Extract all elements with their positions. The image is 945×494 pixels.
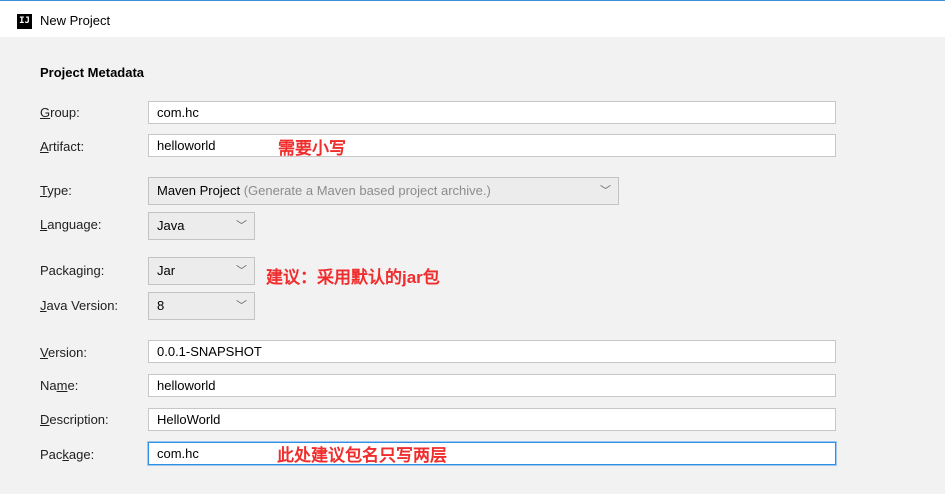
title-bar: IJ New Project <box>0 1 945 37</box>
language-label: Language: <box>40 217 102 232</box>
artifact-label: Artifact: <box>40 139 85 154</box>
packaging-label: Packaging: <box>40 263 105 278</box>
packaging-value: Jar <box>157 263 176 278</box>
java-version-value: 8 <box>157 298 165 313</box>
name-field[interactable]: helloworld <box>148 374 836 397</box>
chevron-down-icon: ﹀ <box>236 300 247 312</box>
name-label: Name: <box>40 378 79 393</box>
java-version-label: Java Version: <box>40 298 119 313</box>
package-label: Package: <box>40 447 95 462</box>
group-field[interactable]: com.hc <box>148 101 836 124</box>
window-title: New Project <box>40 13 111 28</box>
packaging-annotation: 建议：采用默认的jar包 <box>266 268 440 287</box>
description-field[interactable]: HelloWorld <box>148 408 836 431</box>
language-dropdown[interactable]: Java ﹀ <box>148 212 255 240</box>
package-field[interactable]: com.hc <box>148 442 836 465</box>
chevron-down-icon: ﹀ <box>236 220 247 232</box>
chevron-down-icon: ﹀ <box>236 265 247 277</box>
type-dropdown[interactable]: Maven Project (Generate a Maven based pr… <box>148 177 619 205</box>
package-annotation: 此处建议包名只写两层 <box>277 446 447 465</box>
artifact-field[interactable]: helloworld <box>148 134 836 157</box>
type-value: Maven Project <box>157 183 241 198</box>
intellij-icon: IJ <box>17 14 32 29</box>
type-label: Type: <box>40 183 72 198</box>
chevron-down-icon: ﹀ <box>600 185 611 197</box>
language-value: Java <box>157 218 185 233</box>
java-version-dropdown[interactable]: 8 ﹀ <box>148 292 255 320</box>
artifact-annotation: 需要小写 <box>278 139 346 158</box>
section-title: Project Metadata <box>40 65 145 80</box>
version-label: Version: <box>40 345 87 360</box>
version-field[interactable]: 0.0.1-SNAPSHOT <box>148 340 836 363</box>
packaging-dropdown[interactable]: Jar ﹀ <box>148 257 255 285</box>
description-label: Description: <box>40 412 109 427</box>
type-hint: (Generate a Maven based project archive.… <box>243 183 491 198</box>
group-label: Group: <box>40 105 80 120</box>
